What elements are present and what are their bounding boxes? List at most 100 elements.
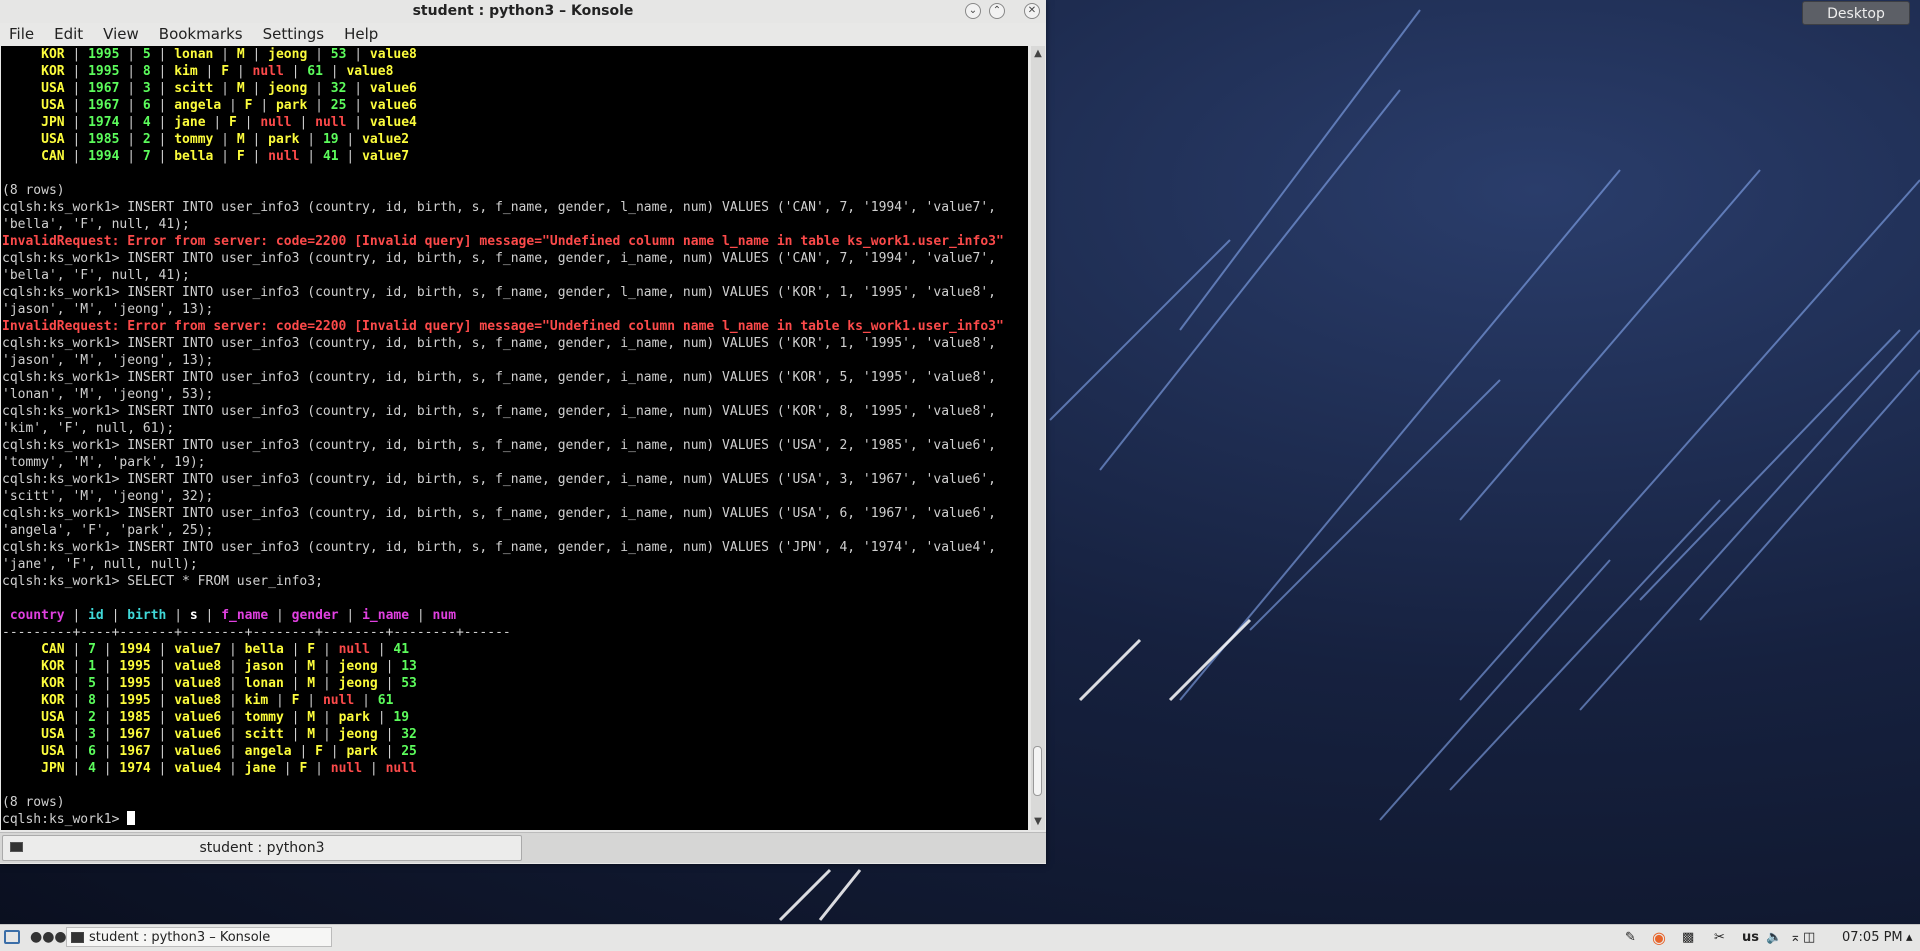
table-cell: bella bbox=[174, 149, 214, 164]
table-cell: value8 bbox=[346, 64, 394, 79]
column-separator: | bbox=[409, 608, 433, 623]
menu-settings[interactable]: Settings bbox=[262, 23, 335, 46]
table-cell: KOR bbox=[41, 693, 65, 708]
application-launcher-icon[interactable] bbox=[4, 930, 20, 944]
column-separator: | bbox=[268, 693, 292, 708]
command-line: cqlsh:ks_work1> INSERT INTO user_info3 (… bbox=[1, 284, 1028, 301]
scroll-up-arrow-icon[interactable]: ▲ bbox=[1032, 48, 1044, 60]
tray-expand-icon[interactable]: ▴ bbox=[1906, 929, 1913, 947]
column-separator: | bbox=[150, 115, 175, 130]
task-konsole[interactable]: student : python3 – Konsole bbox=[66, 927, 332, 947]
column-separator: | bbox=[221, 727, 245, 742]
column-separator: | bbox=[244, 149, 269, 164]
column-separator: | bbox=[64, 727, 89, 742]
window-titlebar[interactable]: student : python3 – Konsole ⌄ ⌃ ✕ bbox=[0, 0, 1046, 23]
table-cell: jeong bbox=[268, 47, 308, 62]
table-cell: USA bbox=[41, 132, 65, 147]
column-separator: | bbox=[95, 744, 120, 759]
table-cell: M bbox=[307, 727, 316, 742]
column-separator: | bbox=[221, 761, 245, 776]
column-separator: | bbox=[221, 710, 245, 725]
table-cell: KOR bbox=[41, 659, 65, 674]
column-separator: | bbox=[275, 761, 300, 776]
clock[interactable]: 07:05 PM bbox=[1842, 929, 1903, 947]
table-cell: 61 bbox=[377, 693, 394, 708]
column-separator: | bbox=[299, 149, 323, 164]
menu-view[interactable]: View bbox=[102, 23, 149, 46]
trash-icon[interactable]: ◫ bbox=[1803, 929, 1815, 947]
table-cell: F bbox=[221, 64, 230, 79]
scroll-down-arrow-icon[interactable]: ▼ bbox=[1032, 816, 1044, 828]
table-cell: null bbox=[385, 761, 417, 776]
table-cell: F bbox=[315, 744, 323, 759]
konsole-icon bbox=[71, 932, 84, 943]
table-cell: 41 bbox=[393, 642, 410, 657]
table-cell: value2 bbox=[362, 132, 410, 147]
pen-icon[interactable]: ✎ bbox=[1625, 929, 1636, 947]
table-cell: 7 bbox=[88, 642, 96, 657]
menu-bookmarks[interactable]: Bookmarks bbox=[158, 23, 253, 46]
table-cell: M bbox=[307, 676, 316, 691]
column-separator: | bbox=[205, 115, 230, 130]
close-button[interactable]: ✕ bbox=[1024, 3, 1040, 19]
command-text: 'bella', 'F', null, 41); bbox=[2, 268, 190, 283]
text-cursor bbox=[127, 811, 136, 825]
scissors-icon[interactable]: ✂ bbox=[1714, 929, 1725, 947]
command-text: 'tommy', 'M', 'park', 19); bbox=[2, 455, 206, 470]
keyboard-layout-indicator[interactable]: us bbox=[1742, 929, 1759, 947]
table-cell: 13 bbox=[401, 659, 417, 674]
pager-dots-icon[interactable]: ●●● bbox=[30, 930, 67, 944]
table-cell: value6 bbox=[369, 98, 417, 113]
column-separator: | bbox=[150, 744, 175, 759]
table-row: USA | 1985 | 2 | tommy | M | park | 19 |… bbox=[1, 131, 1028, 148]
table-cell: M bbox=[236, 81, 245, 96]
column-separator: | bbox=[64, 64, 89, 79]
maximize-button[interactable]: ⌃ bbox=[989, 3, 1005, 19]
table-cell: value8 bbox=[369, 47, 417, 62]
column-separator: | bbox=[291, 744, 316, 759]
column-separator: | bbox=[64, 693, 89, 708]
table-cell: 2 bbox=[88, 710, 96, 725]
show-desktop-button[interactable]: Desktop bbox=[1802, 1, 1910, 25]
command-text: 'jason', 'M', 'jeong', 13); bbox=[2, 353, 214, 368]
terminal-scrollbar[interactable]: ▲ ▼ bbox=[1031, 46, 1045, 830]
column-separator: | bbox=[315, 659, 339, 674]
table-row: KOR | 1995 | 8 | kim | F | null | 61 | v… bbox=[1, 63, 1028, 80]
table-cell: 5 bbox=[142, 47, 151, 62]
firefox-icon[interactable]: ◉ bbox=[1652, 929, 1666, 947]
command-line: 'bella', 'F', null, 41); bbox=[1, 216, 1028, 233]
table-cell: value7 bbox=[174, 642, 222, 657]
tab-student-python3[interactable]: student : python3 bbox=[2, 835, 522, 861]
column-header: f_name bbox=[221, 608, 269, 623]
column-separator: | bbox=[283, 64, 308, 79]
column-header: s bbox=[189, 608, 198, 623]
volume-icon[interactable]: 🔈 bbox=[1766, 929, 1782, 947]
column-separator: | bbox=[119, 64, 143, 79]
table-cell: jeong bbox=[268, 81, 308, 96]
table-cell: kim bbox=[244, 693, 269, 708]
table-row: JPN | 1974 | 4 | jane | F | null | null … bbox=[1, 114, 1028, 131]
table-cell: value6 bbox=[174, 727, 222, 742]
menu-help[interactable]: Help bbox=[343, 23, 388, 46]
column-separator: | bbox=[64, 676, 89, 691]
terminal-tray-icon[interactable]: ▩ bbox=[1682, 929, 1694, 947]
column-separator: | bbox=[236, 115, 261, 130]
table-cell: F bbox=[244, 98, 253, 113]
menu-file[interactable]: File bbox=[8, 23, 44, 46]
column-separator: | bbox=[338, 608, 363, 623]
table-cell: jeong bbox=[338, 727, 378, 742]
terminal-output[interactable]: KOR | 1995 | 5 | lonan | M | jeong | 53 … bbox=[1, 46, 1028, 830]
column-separator: | bbox=[283, 659, 308, 674]
minimize-button[interactable]: ⌄ bbox=[965, 3, 981, 19]
column-separator: | bbox=[244, 132, 269, 147]
table-cell: 6 bbox=[88, 744, 96, 759]
menu-edit[interactable]: Edit bbox=[53, 23, 93, 46]
network-icon[interactable]: ⌅ bbox=[1790, 929, 1801, 947]
scrollbar-thumb[interactable] bbox=[1033, 746, 1042, 796]
task-label: student : python3 – Konsole bbox=[89, 930, 271, 945]
command-text: cqlsh:ks_work1> INSERT INTO user_info3 (… bbox=[2, 506, 996, 521]
table-cell: 1994 bbox=[88, 149, 120, 164]
column-separator: | bbox=[95, 693, 120, 708]
